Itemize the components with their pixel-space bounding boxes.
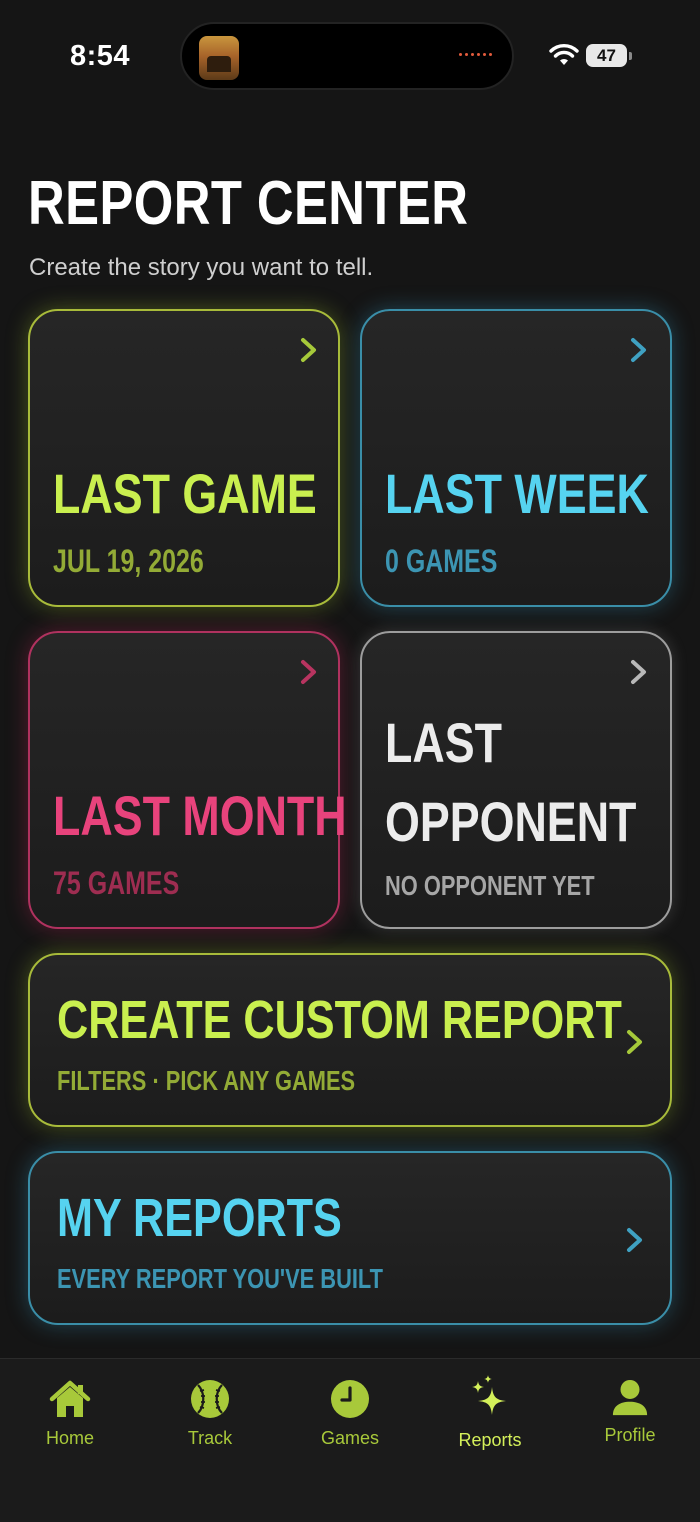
tab-bar: Home Track Games Reports Profile: [0, 1358, 700, 1522]
page-subtitle: Create the story you want to tell.: [29, 254, 374, 281]
tab-profile-label: Profile: [604, 1425, 656, 1445]
tab-home-label: Home: [45, 1428, 94, 1448]
chevron-right-icon: [631, 338, 646, 362]
tab-track[interactable]: Track: [140, 1359, 280, 1469]
chevron-right-icon: [631, 660, 646, 684]
last-opponent-subtitle: NO OPPONENT YET: [385, 870, 595, 901]
audio-indicator-icon: [459, 53, 492, 56]
chevron-right-icon: [627, 1228, 642, 1252]
home-icon: [49, 1380, 91, 1417]
chevron-right-icon: [627, 1030, 642, 1054]
tab-reports-label: Reports: [458, 1430, 522, 1450]
now-playing-artwork: [199, 36, 239, 80]
tab-profile[interactable]: Profile: [560, 1359, 700, 1469]
wifi-icon: [549, 44, 579, 65]
tab-reports[interactable]: Reports: [420, 1359, 560, 1469]
last-game-card[interactable]: LAST GAME JUL 19, 2026: [28, 309, 340, 607]
custom-report-subtitle: FILTERS · PICK ANY GAMES: [57, 1065, 356, 1096]
baseball-icon: [191, 1380, 229, 1418]
battery-icon: 47: [586, 44, 627, 67]
last-month-title: LAST MONTH: [53, 784, 347, 847]
dynamic-island[interactable]: [180, 22, 514, 90]
last-opponent-title-line2: OPPONENT: [385, 790, 637, 853]
status-time: 8:54: [70, 40, 131, 72]
clock-icon: [331, 1380, 369, 1418]
sparkles-icon: [472, 1375, 506, 1415]
chevron-right-icon: [301, 660, 316, 684]
chevron-right-icon: [301, 338, 316, 362]
create-custom-report-card[interactable]: CREATE CUSTOM REPORT FILTERS · PICK ANY …: [28, 953, 672, 1127]
status-bar: 8:54 47: [0, 0, 700, 110]
last-opponent-card[interactable]: LAST OPPONENT NO OPPONENT YET: [360, 631, 672, 929]
last-month-subtitle: 75 GAMES: [53, 865, 180, 901]
tab-track-label: Track: [187, 1428, 233, 1448]
last-week-subtitle: 0 GAMES: [385, 543, 498, 579]
last-week-title: LAST WEEK: [385, 462, 649, 525]
person-icon: [612, 1379, 648, 1416]
tab-games-label: Games: [320, 1428, 380, 1448]
tab-games[interactable]: Games: [280, 1359, 420, 1469]
report-center-screen: 8:54 47 REPORT CENTER Create the story y…: [0, 0, 700, 1522]
my-reports-title: MY REPORTS: [57, 1188, 342, 1248]
last-opponent-title-line1: LAST: [385, 711, 502, 774]
last-game-title: LAST GAME: [53, 462, 317, 525]
my-reports-subtitle: EVERY REPORT YOU'VE BUILT: [57, 1263, 383, 1294]
tab-home[interactable]: Home: [0, 1359, 140, 1469]
last-game-subtitle: JUL 19, 2026: [53, 543, 204, 579]
battery-tip: [629, 52, 632, 60]
custom-report-title: CREATE CUSTOM REPORT: [57, 990, 622, 1050]
page-title: REPORT CENTER: [28, 169, 469, 238]
last-week-card[interactable]: LAST WEEK 0 GAMES: [360, 309, 672, 607]
my-reports-card[interactable]: MY REPORTS EVERY REPORT YOU'VE BUILT: [28, 1151, 672, 1325]
last-month-card[interactable]: LAST MONTH 75 GAMES: [28, 631, 347, 929]
